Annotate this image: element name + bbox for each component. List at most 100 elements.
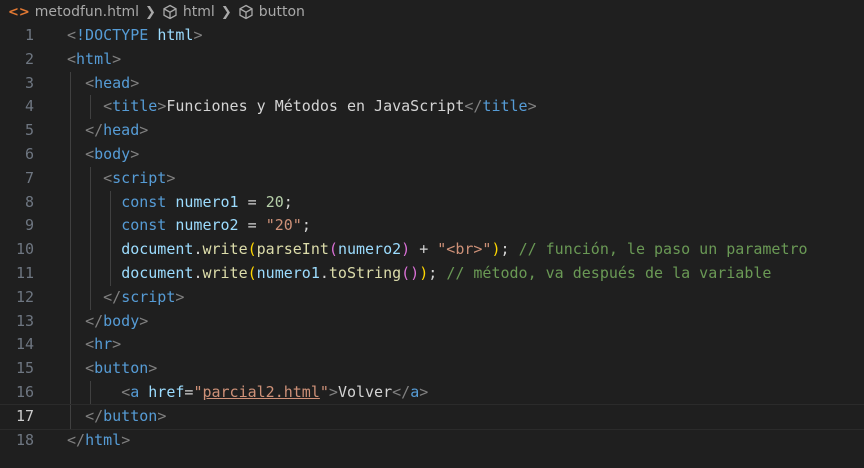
code-line[interactable]: 4 <title>Funciones y Métodos en JavaScri… bbox=[0, 95, 864, 120]
code-text: </html> bbox=[67, 429, 130, 453]
line-number: 16 bbox=[15, 382, 34, 401]
code-token: html bbox=[157, 26, 194, 44]
code-token: ; bbox=[283, 192, 293, 211]
code-token: > bbox=[193, 26, 203, 44]
code-token: head bbox=[103, 121, 140, 140]
code-line[interactable]: 5 </head> bbox=[0, 119, 864, 143]
code-token: ) bbox=[419, 263, 429, 282]
code-token: </ bbox=[464, 97, 483, 116]
line-number: 11 bbox=[15, 263, 34, 282]
code-line[interactable]: 9 const numero2 = "20"; bbox=[0, 214, 864, 239]
line-number: 12 bbox=[15, 287, 34, 306]
code-token: > bbox=[328, 382, 338, 401]
code-token: 20 bbox=[265, 192, 284, 211]
code-token: write bbox=[202, 240, 248, 259]
code-line[interactable]: 17 </button> bbox=[0, 403, 864, 430]
code-token: ) bbox=[491, 240, 501, 259]
code-token: document bbox=[121, 263, 194, 282]
code-text: <button> bbox=[67, 357, 157, 381]
code-token: numero1 bbox=[256, 263, 320, 282]
code-token: // función, le paso un parametro bbox=[518, 240, 808, 259]
code-line[interactable]: 18 </html> bbox=[0, 429, 864, 453]
code-token: > bbox=[157, 97, 167, 116]
code-line[interactable]: 1 <!DOCTYPE html> bbox=[0, 24, 864, 48]
code-token: </ bbox=[392, 382, 411, 401]
code-text: </head> bbox=[67, 119, 148, 143]
code-token: body bbox=[94, 144, 131, 163]
code-line[interactable]: 15 <button> bbox=[0, 357, 864, 381]
code-token: document bbox=[121, 240, 194, 259]
code-token: !DOCTYPE bbox=[76, 26, 158, 44]
code-line[interactable]: 11 document.write(numero1.toString()); /… bbox=[0, 261, 864, 286]
code-token: numero2 bbox=[337, 240, 402, 259]
breadcrumb-html[interactable]: html bbox=[162, 4, 215, 20]
code-token: ( bbox=[247, 263, 257, 282]
code-line[interactable]: 8 const numero1 = 20; bbox=[0, 190, 864, 215]
code-line[interactable]: 16 <a href="parcial2.html">Volver</a> bbox=[0, 380, 864, 405]
code-token: html bbox=[76, 49, 113, 68]
breadcrumb-button[interactable]: button bbox=[238, 4, 305, 20]
code-token: "<br>" bbox=[437, 240, 492, 259]
code-token: </ bbox=[67, 430, 86, 449]
code-token: button bbox=[94, 359, 149, 378]
code-token: </ bbox=[103, 287, 122, 306]
code-token: > bbox=[130, 144, 140, 163]
code-token: parseInt bbox=[256, 240, 329, 259]
code-token: > bbox=[130, 73, 140, 92]
code-token: html bbox=[85, 430, 122, 449]
code-line[interactable]: 10 document.write(parseInt(numero2) + "<… bbox=[0, 238, 864, 262]
code-token: </ bbox=[85, 311, 104, 330]
code-token: a bbox=[410, 382, 420, 401]
symbol-element-icon bbox=[239, 4, 253, 20]
code-token: < bbox=[103, 97, 113, 116]
code-line[interactable]: 2 <html> bbox=[0, 48, 864, 72]
code-text: <hr> bbox=[67, 333, 121, 357]
breadcrumb-html-label: html bbox=[182, 4, 215, 20]
code-token: < bbox=[85, 335, 95, 354]
code-token: < bbox=[85, 144, 95, 163]
code-line[interactable]: 6 <body> bbox=[0, 142, 864, 167]
code-token: > bbox=[175, 287, 185, 306]
code-editor[interactable]: 1 <!DOCTYPE html> 2 <html> 3 <head> 4 <title>… bbox=[0, 24, 864, 452]
code-token: hr bbox=[94, 335, 113, 354]
line-number: 9 bbox=[24, 216, 34, 235]
breadcrumb-file[interactable]: <> metodfun.html bbox=[8, 4, 139, 20]
chevron-right-icon: ❯ bbox=[145, 4, 156, 20]
code-token: toString bbox=[328, 263, 402, 282]
code-token: < bbox=[85, 73, 95, 92]
code-token: ; bbox=[500, 240, 519, 259]
code-line[interactable]: 13 </body> bbox=[0, 309, 864, 334]
line-number: 1 bbox=[24, 26, 34, 44]
code-line[interactable]: 7 <script> bbox=[0, 166, 864, 191]
chevron-right-icon: ❯ bbox=[220, 4, 232, 20]
code-token: href bbox=[148, 382, 185, 401]
line-number: 14 bbox=[15, 335, 34, 354]
code-token: "20" bbox=[265, 216, 302, 235]
breadcrumb: <> metodfun.html ❯ html ❯ button bbox=[0, 0, 864, 24]
code-line[interactable]: 14 <hr> bbox=[0, 333, 864, 358]
code-token: < bbox=[103, 168, 113, 187]
code-token: = bbox=[238, 192, 266, 211]
line-number: 3 bbox=[24, 73, 34, 92]
code-token: script bbox=[112, 168, 167, 187]
code-line[interactable]: 12 </script> bbox=[0, 285, 864, 310]
code-token: = bbox=[238, 216, 266, 235]
code-text: document.write(parseInt(numero2) + "<br>… bbox=[67, 238, 808, 262]
code-token: Funciones y Métodos en JavaScript bbox=[166, 97, 465, 116]
line-number: 6 bbox=[24, 144, 34, 163]
code-line[interactable]: 3 <head> bbox=[0, 71, 864, 96]
code-token: const bbox=[121, 192, 167, 211]
code-token: // método, va después de la variable bbox=[446, 263, 772, 282]
line-number: 8 bbox=[24, 192, 34, 211]
code-token: title bbox=[112, 97, 158, 116]
